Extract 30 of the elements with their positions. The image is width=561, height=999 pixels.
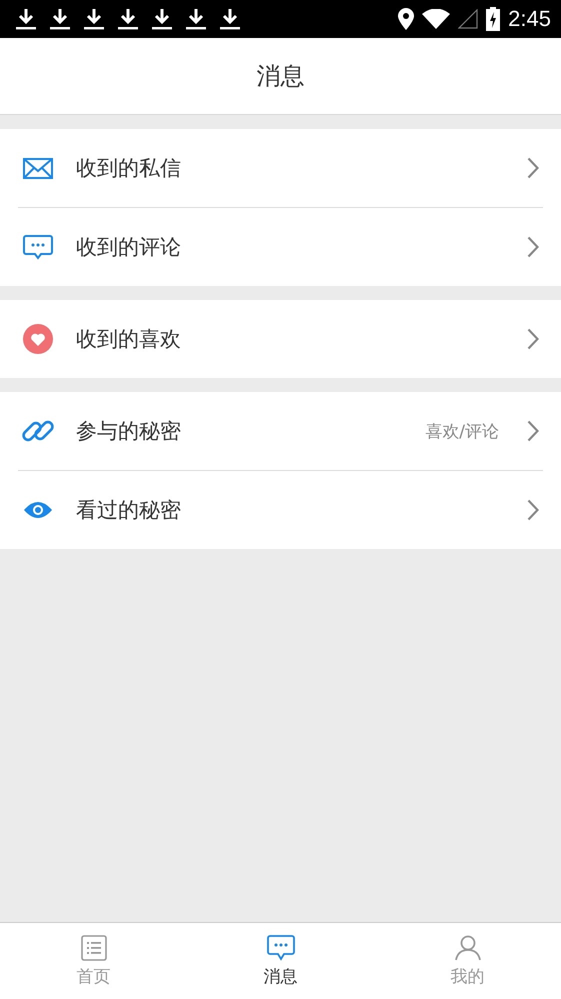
download-icon bbox=[186, 8, 206, 30]
menu-item-label[interactable]: 参与的秘密 bbox=[76, 417, 426, 445]
signal-icon bbox=[458, 9, 478, 29]
menu-item-label[interactable]: 收到的私信 bbox=[76, 154, 527, 182]
eye-icon bbox=[23, 500, 53, 520]
wifi-icon bbox=[422, 9, 450, 29]
chevron-right-icon bbox=[527, 157, 539, 179]
download-icon bbox=[16, 8, 36, 30]
chevron-right-icon bbox=[527, 236, 539, 258]
clock-time: 2:45 bbox=[508, 6, 551, 32]
download-icon bbox=[84, 8, 104, 30]
person-icon bbox=[454, 934, 480, 960]
chevron-right-icon bbox=[527, 328, 539, 350]
location-icon bbox=[398, 8, 414, 30]
chevron-right-icon bbox=[527, 420, 539, 442]
battery-icon bbox=[486, 7, 500, 31]
menu-item-detail: 喜欢/评论 bbox=[425, 420, 499, 442]
envelope-icon bbox=[23, 156, 53, 180]
download-icon bbox=[50, 8, 70, 30]
tab-button[interactable]: 消息 bbox=[187, 923, 374, 999]
chevron-right-icon bbox=[527, 499, 539, 521]
comment-icon bbox=[23, 234, 53, 260]
download-icon bbox=[220, 8, 240, 30]
list-icon bbox=[80, 934, 106, 960]
download-icon bbox=[152, 8, 172, 30]
chat-icon bbox=[266, 934, 294, 960]
menu-item-label[interactable]: 收到的评论 bbox=[76, 233, 527, 261]
menu-item-label[interactable]: 看过的秘密 bbox=[76, 496, 527, 524]
download-icon bbox=[118, 8, 138, 30]
page-title: 消息 bbox=[256, 61, 304, 92]
